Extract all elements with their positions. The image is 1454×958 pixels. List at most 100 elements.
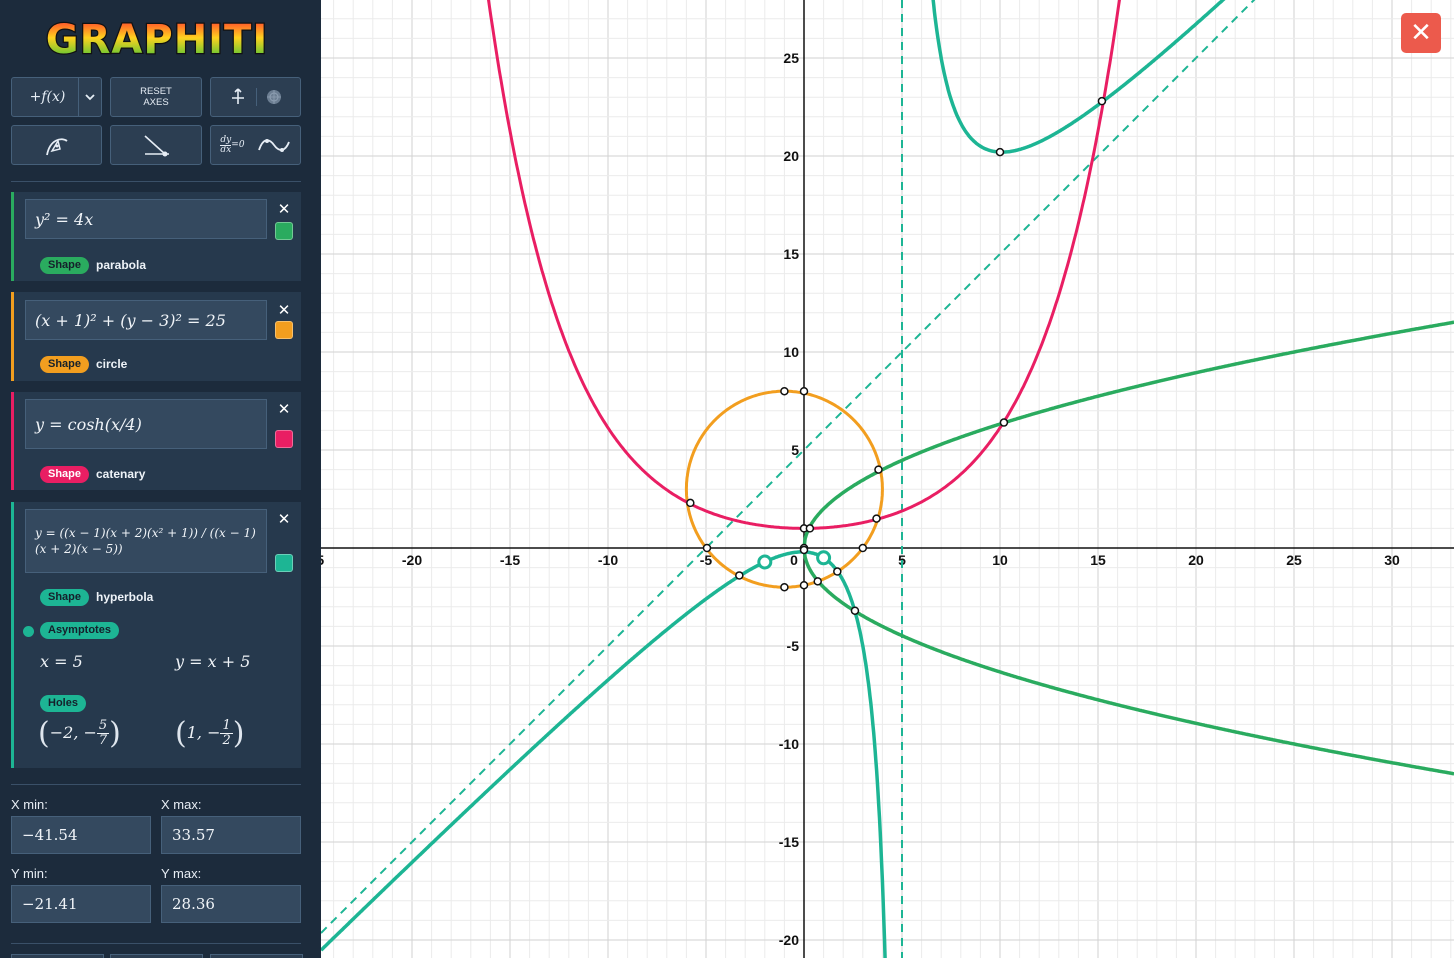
graph-canvas[interactable]: -25-20-15-10-5051015202530252015105-5-10…	[321, 0, 1454, 958]
y-min-input[interactable]: −21.41	[11, 885, 151, 923]
add-function-label: +f(x)	[29, 89, 66, 105]
asymptotes-badge[interactable]: Asymptotes	[40, 622, 119, 639]
stationary-points-button[interactable]: dy dx =0	[210, 125, 301, 165]
reset-axes-label-2: AXES	[143, 97, 169, 108]
asymptotes-toggle-dot[interactable]	[23, 626, 34, 637]
x-tick-label: -15	[500, 552, 520, 568]
close-icon[interactable]: ✕	[1401, 13, 1441, 53]
axes-tools-button[interactable]	[210, 77, 301, 117]
x-tick-label: 10	[992, 552, 1008, 568]
hole-marker	[816, 550, 832, 566]
x-tick-label: -20	[402, 552, 422, 568]
function-card-parabola: y² = 4x ✕ Shape parabola	[11, 192, 301, 281]
y-tick-label: -20	[779, 932, 799, 948]
function-card-catenary: y = cosh(x/4) ✕ Shape catenary	[11, 392, 301, 490]
divider	[11, 784, 301, 785]
dy-dx-icon: dy dx =0	[220, 134, 245, 155]
app-logo-text: GRAPHITI	[46, 17, 268, 63]
equation-input-circle[interactable]: (x + 1)² + (y − 3)² = 25	[25, 300, 267, 340]
equation-input-catenary[interactable]: y = cosh(x/4)	[25, 399, 267, 449]
key-point	[1097, 96, 1107, 106]
close-icon[interactable]: ✕	[276, 511, 292, 527]
reset-axes-label-1: RESET	[140, 86, 172, 97]
hyperbola-curve	[321, 550, 887, 958]
function-card-hyperbola: y = ((x − 1)(x + 2)(x² + 1)) / ((x − 1)(…	[11, 502, 301, 768]
tangent-tool-button[interactable]	[110, 125, 202, 165]
key-point	[995, 147, 1005, 157]
tick-labels: -25-20-15-10-5051015202530252015105-5-10…	[321, 50, 1400, 948]
key-point	[799, 386, 809, 396]
key-point	[813, 577, 822, 586]
key-point	[999, 418, 1009, 427]
equation-input-hyperbola[interactable]: y = ((x − 1)(x + 2)(x² + 1)) / ((x − 1)(…	[25, 509, 267, 573]
key-point	[833, 567, 842, 576]
x-max-input[interactable]: 33.57	[161, 816, 301, 854]
x-tick-label: 25	[1286, 552, 1302, 568]
x-tick-label: -10	[598, 552, 618, 568]
key-point	[799, 545, 809, 555]
key-point	[805, 524, 815, 533]
hole-1-x: −2	[49, 723, 74, 742]
y-tick-label: 25	[783, 50, 799, 66]
key-point	[686, 498, 695, 508]
more-buttons-row	[11, 954, 303, 958]
key-point	[872, 514, 881, 523]
y-tick-label: -5	[787, 638, 800, 654]
holes-badge[interactable]: Holes	[40, 695, 86, 712]
add-function-button[interactable]: +f(x)	[11, 77, 102, 117]
hole-2-y-den: 2	[222, 733, 231, 748]
key-point	[780, 386, 789, 396]
color-swatch-hyperbola[interactable]	[275, 554, 293, 572]
key-point	[858, 543, 868, 553]
y-min-label: Y min:	[11, 866, 48, 881]
sidebar: GRAPHITI +f(x) RESET AXES dy dx =0 y² = …	[0, 0, 321, 958]
shape-badge: Shape	[40, 466, 90, 483]
close-icon[interactable]: ✕	[276, 302, 292, 318]
shape-name: circle	[96, 357, 128, 371]
curve-pen-icon	[44, 133, 70, 157]
axes	[321, 0, 1454, 958]
tangent-icon	[141, 133, 171, 157]
equation-input-parabola[interactable]: y² = 4x	[25, 199, 267, 239]
y-tick-label: 20	[783, 148, 799, 164]
y-max-label: Y max:	[161, 866, 202, 881]
color-swatch-catenary[interactable]	[275, 430, 293, 448]
key-point	[735, 571, 744, 580]
key-point	[780, 582, 789, 592]
close-icon[interactable]: ✕	[276, 401, 292, 417]
y-max-input[interactable]: 28.36	[161, 885, 301, 923]
chevron-down-icon[interactable]	[78, 78, 101, 116]
divider	[11, 943, 301, 944]
x-min-input[interactable]: −41.54	[11, 816, 151, 854]
move-axes-icon[interactable]	[228, 87, 248, 107]
key-point	[702, 543, 712, 553]
key-point	[874, 465, 883, 474]
x-max-label: X max:	[161, 797, 202, 812]
color-swatch-circle[interactable]	[275, 321, 293, 339]
x-tick-label: 30	[1384, 552, 1400, 568]
key-point	[799, 580, 809, 590]
app-logo: GRAPHITI	[45, 16, 269, 64]
y-tick-label: 15	[783, 246, 799, 262]
target-icon[interactable]	[265, 88, 283, 106]
curves	[321, 0, 1454, 958]
wave-icon	[257, 136, 291, 154]
shape-name: hyperbola	[96, 590, 154, 604]
hole-point-2: (1, −1 2)	[175, 716, 245, 751]
function-card-circle: (x + 1)² + (y − 3)² = 25 ✕ Shape circle	[11, 292, 301, 381]
curve-tool-button[interactable]	[11, 125, 102, 165]
y-tick-label: 10	[783, 344, 799, 360]
grid	[321, 0, 1454, 958]
shape-name: parabola	[96, 258, 147, 272]
shape-badge: Shape	[40, 589, 90, 606]
shape-badge: Shape	[40, 257, 90, 274]
close-icon[interactable]: ✕	[276, 201, 292, 217]
y-tick-label: -10	[779, 736, 799, 752]
hole-2-x: 1	[186, 723, 197, 742]
x-min-label: X min:	[11, 797, 48, 812]
color-swatch-parabola[interactable]	[275, 222, 293, 240]
derivative-zero-label: =0	[231, 140, 245, 150]
reset-axes-button[interactable]: RESET AXES	[110, 77, 202, 117]
x-tick-label: -25	[321, 552, 324, 568]
y-tick-label: -15	[779, 834, 799, 850]
